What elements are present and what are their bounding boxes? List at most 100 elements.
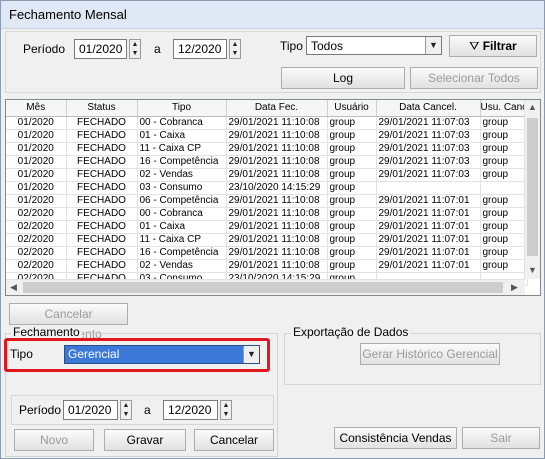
- table-cell[interactable]: group: [327, 259, 377, 273]
- table-cell[interactable]: FECHADO: [66, 129, 138, 143]
- table-row[interactable]: 01/2020 FECHADO 00 - Cobranca 29/01/2021 11…: [6, 116, 529, 130]
- table-cell[interactable]: 02/2020: [6, 233, 67, 247]
- table-cell[interactable]: group: [480, 207, 529, 221]
- selecionar-todos-button[interactable]: Selecionar Todos: [410, 67, 538, 89]
- table-cell[interactable]: group: [327, 194, 377, 208]
- table-cell[interactable]: 29/01/2021 11:10:08: [226, 142, 328, 156]
- spin-down-icon[interactable]: ▼: [221, 410, 231, 419]
- table-cell[interactable]: group: [327, 181, 377, 195]
- table-row[interactable]: 02/2020 FECHADO 01 - Caixa 29/01/2021 11:10…: [6, 220, 529, 234]
- table-row[interactable]: 02/2020 FECHADO 16 - Competência 29/01/2021…: [6, 246, 529, 260]
- table-cell[interactable]: 29/01/2021 11:07:01: [376, 259, 481, 273]
- table-row[interactable]: 02/2020 FECHADO 02 - Vendas 29/01/2021 11:1…: [6, 259, 529, 273]
- table-row[interactable]: 02/2020 FECHADO 11 - Caixa CP 29/01/2021 11…: [6, 233, 529, 247]
- tipo-filter-select[interactable]: Todos ▼: [306, 36, 442, 55]
- table-cell[interactable]: 29/01/2021 11:07:03: [376, 129, 481, 143]
- table-row[interactable]: 01/2020 FECHADO 02 - Vendas 29/01/2021 11:1…: [6, 168, 529, 182]
- spin-up-icon[interactable]: ▲: [130, 40, 140, 49]
- column-header[interactable]: Mês: [6, 100, 67, 117]
- table-cell[interactable]: 29/01/2021 11:07:03: [376, 116, 481, 130]
- table-cell[interactable]: group: [327, 168, 377, 182]
- table-cell[interactable]: 01/2020: [6, 116, 67, 130]
- scroll-up-icon[interactable]: ▲: [528, 102, 537, 112]
- log-button[interactable]: Log: [281, 67, 405, 89]
- consistencia-vendas-button[interactable]: Consistência Vendas: [334, 427, 457, 449]
- table-cell[interactable]: 01/2020: [6, 129, 67, 143]
- table-cell[interactable]: 29/01/2021 11:10:08: [226, 116, 328, 130]
- table-cell[interactable]: group: [480, 168, 529, 182]
- table-cell[interactable]: group: [480, 220, 529, 234]
- table-cell[interactable]: group: [327, 233, 377, 247]
- column-header[interactable]: Data Cancel.: [376, 100, 481, 117]
- table-cell[interactable]: 11 - Caixa CP: [137, 142, 227, 156]
- table-cell[interactable]: FECHADO: [66, 207, 138, 221]
- fechamento-from-input[interactable]: 01/2020: [63, 400, 118, 420]
- sair-button[interactable]: Sair: [462, 427, 540, 449]
- table-cell[interactable]: FECHADO: [66, 233, 138, 247]
- table-cell[interactable]: 01 - Caixa: [137, 220, 227, 234]
- table-cell[interactable]: group: [480, 246, 529, 260]
- table-cell[interactable]: group: [327, 220, 377, 234]
- table-row[interactable]: 02/2020 FECHADO 00 - Cobranca 29/01/2021 11…: [6, 207, 529, 221]
- scroll-left-icon[interactable]: ◀: [10, 282, 17, 293]
- table-cell[interactable]: group: [327, 207, 377, 221]
- table-cell[interactable]: 29/01/2021 11:07:01: [376, 233, 481, 247]
- table-cell[interactable]: group: [327, 129, 377, 143]
- table-cell[interactable]: 29/01/2021 11:10:08: [226, 246, 328, 260]
- table-cell[interactable]: [376, 181, 481, 195]
- column-header[interactable]: Data Fec.: [226, 100, 328, 117]
- table-cell[interactable]: group: [480, 116, 529, 130]
- horizontal-scrollbar[interactable]: ◀ ▶: [6, 279, 525, 295]
- table-cell[interactable]: 02 - Vendas: [137, 168, 227, 182]
- scroll-thumb[interactable]: [527, 118, 538, 256]
- table-cell[interactable]: group: [480, 142, 529, 156]
- scroll-thumb[interactable]: [23, 282, 503, 293]
- vertical-scrollbar[interactable]: ▲ ▼: [524, 100, 540, 279]
- table-cell[interactable]: 29/01/2021 11:10:08: [226, 194, 328, 208]
- table-cell[interactable]: 01/2020: [6, 142, 67, 156]
- periodo-to-input[interactable]: 12/2020: [173, 39, 227, 59]
- periodo-to-spinner[interactable]: ▲ ▼: [229, 39, 241, 59]
- table-cell[interactable]: 11 - Caixa CP: [137, 233, 227, 247]
- table-cell[interactable]: 29/01/2021 11:07:03: [376, 155, 481, 169]
- table-cell[interactable]: 29/01/2021 11:10:08: [226, 168, 328, 182]
- filtrar-button[interactable]: ⛛ Filtrar: [449, 35, 537, 57]
- table-cell[interactable]: group: [480, 155, 529, 169]
- table-row[interactable]: 01/2020 FECHADO 01 - Caixa 29/01/2021 11:10…: [6, 129, 529, 143]
- table-cell[interactable]: 29/01/2021 11:10:08: [226, 155, 328, 169]
- spin-up-icon[interactable]: ▲: [121, 401, 131, 410]
- periodo-from-input[interactable]: 01/2020: [74, 39, 127, 59]
- table-row[interactable]: 01/2020 FECHADO 16 - Competência 29/01/2021…: [6, 155, 529, 169]
- table-cell[interactable]: FECHADO: [66, 168, 138, 182]
- table-cell[interactable]: 29/01/2021 11:07:01: [376, 220, 481, 234]
- table-cell[interactable]: 03 - Consumo: [137, 181, 227, 195]
- spin-down-icon[interactable]: ▼: [121, 410, 131, 419]
- chevron-down-icon[interactable]: ▼: [243, 346, 259, 363]
- table-cell[interactable]: 01/2020: [6, 155, 67, 169]
- table-cell[interactable]: FECHADO: [66, 155, 138, 169]
- spin-down-icon[interactable]: ▼: [130, 49, 140, 58]
- table-row[interactable]: 01/2020 FECHADO 11 - Caixa CP 29/01/2021 11…: [6, 142, 529, 156]
- spin-up-icon[interactable]: ▲: [221, 401, 231, 410]
- table-cell[interactable]: group: [480, 129, 529, 143]
- table-cell[interactable]: 29/01/2021 11:07:03: [376, 142, 481, 156]
- table-cell[interactable]: group: [327, 246, 377, 260]
- column-header[interactable]: Usu. Canc: [480, 100, 529, 117]
- spin-down-icon[interactable]: ▼: [230, 49, 240, 58]
- cancelar-button[interactable]: Cancelar: [194, 429, 274, 451]
- table-cell[interactable]: 02/2020: [6, 207, 67, 221]
- table-cell[interactable]: 02/2020: [6, 259, 67, 273]
- table-cell[interactable]: FECHADO: [66, 220, 138, 234]
- gravar-button[interactable]: Gravar: [104, 429, 186, 451]
- table-cell[interactable]: 29/01/2021 11:10:08: [226, 129, 328, 143]
- periodo-from-spinner[interactable]: ▲ ▼: [129, 39, 141, 59]
- table-cell[interactable]: FECHADO: [66, 116, 138, 130]
- table-cell[interactable]: 16 - Competência: [137, 246, 227, 260]
- table-cell[interactable]: group: [480, 233, 529, 247]
- cancelar-fechamento-button[interactable]: Cancelar Fechamento: [9, 303, 128, 341]
- table-cell[interactable]: 00 - Cobranca: [137, 207, 227, 221]
- fechamento-from-spinner[interactable]: ▲ ▼: [120, 400, 132, 420]
- table-row[interactable]: 01/2020 FECHADO 06 - Competência 29/01/2021…: [6, 194, 529, 208]
- table-cell[interactable]: 16 - Competência: [137, 155, 227, 169]
- table-cell[interactable]: group: [480, 259, 529, 273]
